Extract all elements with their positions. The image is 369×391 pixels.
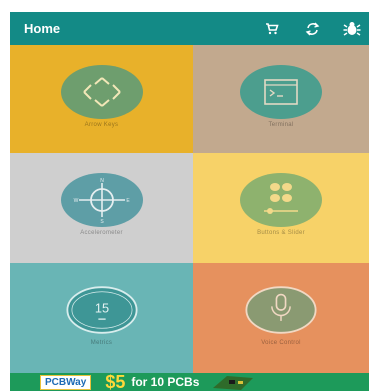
buttons-icon (240, 173, 322, 227)
metrics-icon: 15 (61, 283, 143, 337)
compass-s: S (100, 219, 104, 225)
tile-voice-control[interactable]: Voice Control (193, 263, 369, 373)
app-bar: Home (10, 12, 369, 45)
ad-banner[interactable]: PCBWay $5 for 10 PCBs (10, 373, 369, 391)
compass-e: E (126, 198, 130, 204)
page-title: Home (24, 21, 61, 36)
tile-arrow-keys[interactable]: Arrow Keys (10, 45, 193, 153)
sync-icon[interactable] (301, 18, 323, 40)
cart-icon[interactable] (261, 18, 283, 40)
tile-label: Terminal (268, 122, 294, 128)
banner-price: $5 (105, 373, 126, 391)
bug-icon[interactable] (341, 18, 363, 40)
tile-label: Arrow Keys (84, 122, 119, 128)
tile-terminal[interactable]: Terminal (193, 45, 369, 153)
tile-label: Voice Control (261, 340, 301, 346)
microphone-icon (240, 283, 322, 337)
tile-label: Metrics (90, 340, 113, 346)
arrow-keys-icon (60, 65, 143, 119)
pcbway-logo: PCBWay (40, 374, 92, 390)
tile-label: Accelerometer (80, 230, 123, 236)
dashboard-grid: Arrow Keys Terminal N S W E Acceleromete… (10, 45, 369, 373)
banner-text: for 10 PCBs (131, 375, 200, 389)
tile-label: Buttons & Slider (257, 230, 305, 236)
pcb-board-icon (213, 376, 254, 390)
tile-accelerometer[interactable]: N S W E Accelerometer (10, 153, 193, 263)
metrics-value: 15 (94, 301, 108, 316)
compass-n: N (100, 178, 104, 184)
tile-buttons-slider[interactable]: Buttons & Slider (193, 153, 369, 263)
compass-w: W (73, 198, 78, 204)
compass-icon: N S W E (60, 173, 143, 227)
tile-metrics[interactable]: 15 Metrics (10, 263, 193, 373)
terminal-icon (240, 65, 322, 119)
